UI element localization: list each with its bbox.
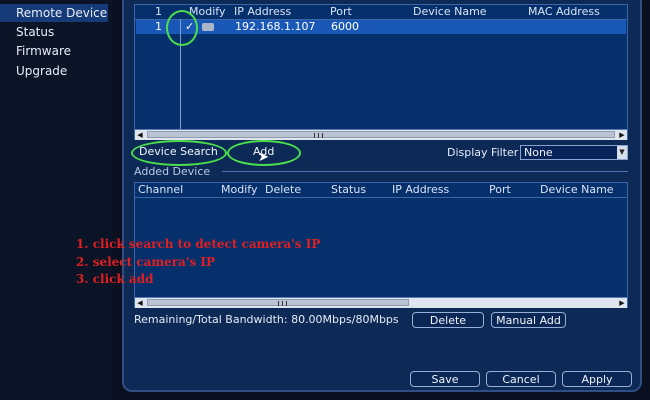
col-header-device-name[interactable]: Device Name <box>540 183 614 197</box>
scroll-left-icon[interactable]: ◀ <box>135 298 145 308</box>
table-row[interactable]: 1 ✓ 192.168.1.107 6000 <box>136 20 626 34</box>
search-table-hscrollbar[interactable]: ◀ ▶ <box>135 129 627 140</box>
scroll-thumb[interactable] <box>147 131 615 138</box>
device-icon <box>202 23 214 31</box>
chevron-down-icon[interactable]: ▼ <box>617 146 627 159</box>
col-header-modify[interactable]: Modify <box>189 5 225 19</box>
scroll-right-icon[interactable]: ▶ <box>617 130 627 140</box>
row-index: 1 <box>155 20 162 33</box>
nav-item-status[interactable]: Status <box>0 23 100 41</box>
nav-item-firmware[interactable]: Firmware <box>0 42 100 60</box>
section-divider <box>222 171 628 172</box>
nav-item-upgrade[interactable]: Upgrade <box>0 62 100 80</box>
added-table-header: Channel Modify Delete Status IP Address … <box>135 183 627 197</box>
display-filter-select[interactable]: None ▼ <box>520 145 628 160</box>
scroll-thumb[interactable] <box>147 299 409 306</box>
col-header-mac[interactable]: MAC Address <box>528 5 600 19</box>
header-divider <box>135 197 627 198</box>
annotation-step-2: 2. select camera's IP <box>76 255 216 269</box>
added-table-hscrollbar[interactable]: ◀ ▶ <box>135 297 627 308</box>
manual-add-button[interactable]: Manual Add <box>491 312 566 328</box>
row-port: 6000 <box>331 20 359 33</box>
col-header-device-name[interactable]: Device Name <box>413 5 487 19</box>
save-button[interactable]: Save <box>410 371 480 387</box>
bandwidth-status: Remaining/Total Bandwidth: 80.00Mbps/80M… <box>134 313 399 326</box>
added-device-label: Added Device <box>134 165 211 178</box>
mouse-cursor-icon: ➤ <box>258 150 269 165</box>
col-header-ip[interactable]: IP Address <box>392 183 449 197</box>
row-ip: 192.168.1.107 <box>235 20 316 33</box>
col-header-status[interactable]: Status <box>331 183 366 197</box>
cancel-button[interactable]: Cancel <box>486 371 556 387</box>
col-header-modify[interactable]: Modify <box>221 183 257 197</box>
search-table-header: 1 Modify IP Address Port Device Name MAC… <box>135 5 627 19</box>
apply-button[interactable]: Apply <box>562 371 632 387</box>
col-header-channel[interactable]: Channel <box>138 183 183 197</box>
left-nav: Remote Device Status Firmware Upgrade <box>0 0 112 400</box>
annotation-step-1: 1. click search to detect camera's IP <box>76 237 321 251</box>
col-header-port[interactable]: Port <box>489 183 511 197</box>
col-header-delete[interactable]: Delete <box>265 183 301 197</box>
delete-button[interactable]: Delete <box>412 312 484 328</box>
col-header-ip[interactable]: IP Address <box>234 5 291 19</box>
checkmark-icon[interactable]: ✓ <box>185 20 194 34</box>
device-search-button[interactable]: Device Search <box>139 144 218 160</box>
column-divider <box>180 19 181 131</box>
display-filter-value: None <box>524 146 553 159</box>
col-header-port[interactable]: Port <box>330 5 352 19</box>
nav-item-remote-device[interactable]: Remote Device <box>0 4 108 22</box>
scroll-right-icon[interactable]: ▶ <box>617 298 627 308</box>
col-header-index: 1 <box>155 5 162 18</box>
annotation-step-3: 3. click add <box>76 272 154 286</box>
display-filter-label: Display Filter <box>447 146 519 159</box>
search-results-table: 1 Modify IP Address Port Device Name MAC… <box>134 4 628 140</box>
scroll-left-icon[interactable]: ◀ <box>135 130 145 140</box>
